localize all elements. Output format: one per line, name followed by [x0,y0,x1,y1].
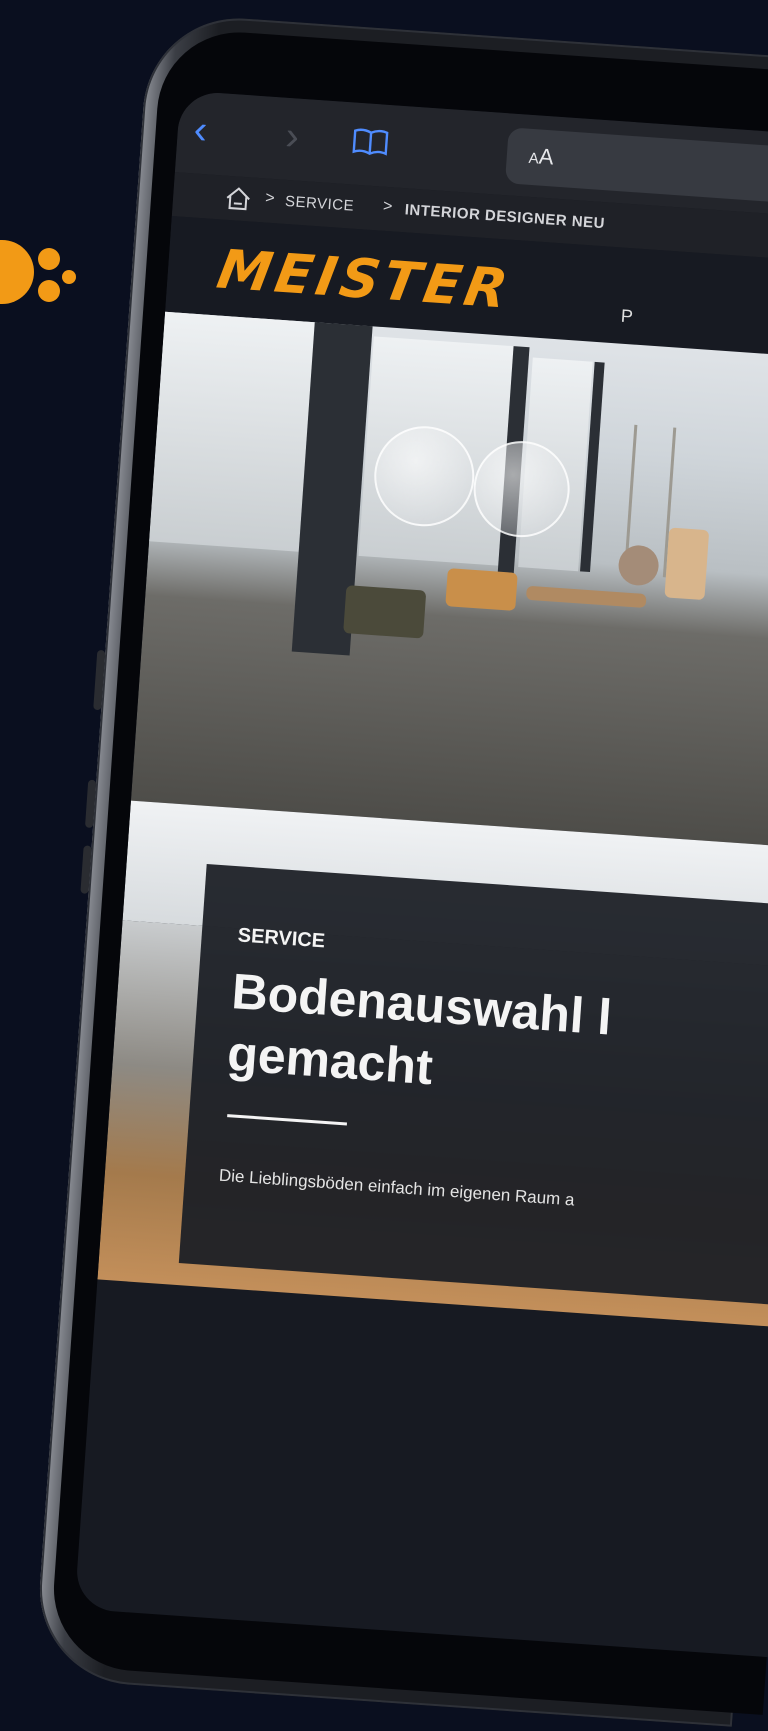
card-divider [227,1114,348,1126]
breadcrumb-item-service[interactable]: SERVICE [285,193,355,215]
bookmarks-icon[interactable] [352,126,390,156]
breadcrumb-separator: > [382,197,393,216]
tablet-device: ‹ › AA > SERVICE > INTERIOR DESIGNER NEU… [33,12,768,1727]
home-icon[interactable] [224,186,252,212]
side-button [93,649,106,711]
back-button[interactable]: ‹ [192,107,208,152]
reader-mode-button[interactable]: AA [528,143,554,171]
nav-item-partial[interactable]: P [620,306,633,328]
card-description: Die Lieblingsböden einfach im eigenen Ra… [218,1165,576,1210]
reader-large-a: A [538,143,555,170]
volume-up-button [84,779,97,829]
hero-image [130,311,768,851]
forward-button[interactable]: › [284,114,300,159]
card-title: Bodenauswahl l gemacht [225,960,768,1133]
breadcrumb-separator: > [264,189,276,208]
service-card: SERVICE Bodenauswahl l gemacht Die Liebl… [178,864,768,1308]
meister-logo[interactable]: MEISTER [213,238,516,321]
brand-dots-logo [0,240,80,320]
card-eyebrow: SERVICE [237,924,326,953]
volume-down-button [80,845,92,894]
breadcrumb-item-interior-designer[interactable]: INTERIOR DESIGNER NEU [404,201,605,232]
screen-bezel: ‹ › AA > SERVICE > INTERIOR DESIGNER NEU… [48,26,768,1715]
screen: ‹ › AA > SERVICE > INTERIOR DESIGNER NEU… [74,90,768,1660]
